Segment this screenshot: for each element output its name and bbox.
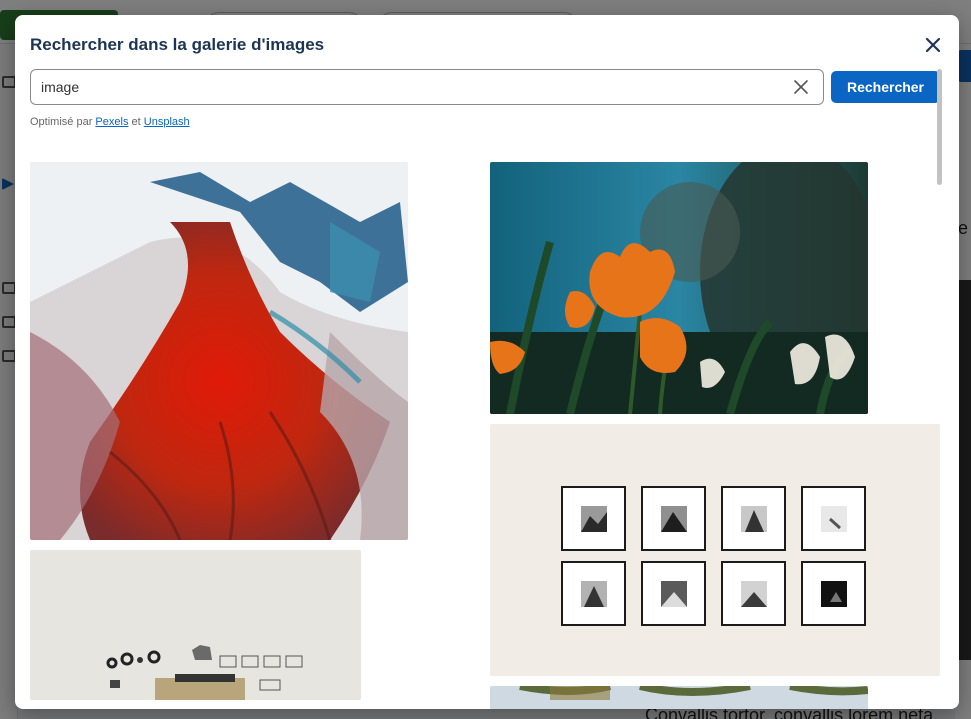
framed-wall-gallery-image xyxy=(490,424,940,676)
image-result[interactable] xyxy=(30,162,408,540)
image-result[interactable] xyxy=(490,162,868,414)
pexels-link[interactable]: Pexels xyxy=(95,116,128,128)
clear-icon xyxy=(794,80,808,94)
unsplash-link[interactable]: Unsplash xyxy=(144,116,190,128)
search-input[interactable] xyxy=(41,70,781,104)
image-result[interactable] xyxy=(30,550,361,700)
image-result[interactable] xyxy=(490,424,940,676)
vintage-camera-flatlay-image xyxy=(30,550,361,700)
search-field xyxy=(30,69,824,105)
orange-tulips-image xyxy=(490,162,868,414)
image-gallery-modal: Rechercher dans la galerie d'images Rech… xyxy=(15,15,959,709)
clear-search-button[interactable] xyxy=(793,79,809,95)
attribution-prefix: Optimisé par xyxy=(30,116,93,128)
modal-title: Rechercher dans la galerie d'images xyxy=(30,35,325,54)
search-button[interactable]: Rechercher xyxy=(831,71,940,103)
close-icon xyxy=(925,37,941,53)
close-button[interactable] xyxy=(923,35,943,55)
red-aerial-glacier-image xyxy=(30,162,408,540)
scrollbar-thumb[interactable] xyxy=(937,69,942,185)
attribution: Optimisé par Pexels et Unsplash xyxy=(30,116,190,128)
trees-sky-image xyxy=(490,686,868,709)
attribution-conjunction: et xyxy=(131,116,141,128)
image-result[interactable] xyxy=(490,686,868,709)
